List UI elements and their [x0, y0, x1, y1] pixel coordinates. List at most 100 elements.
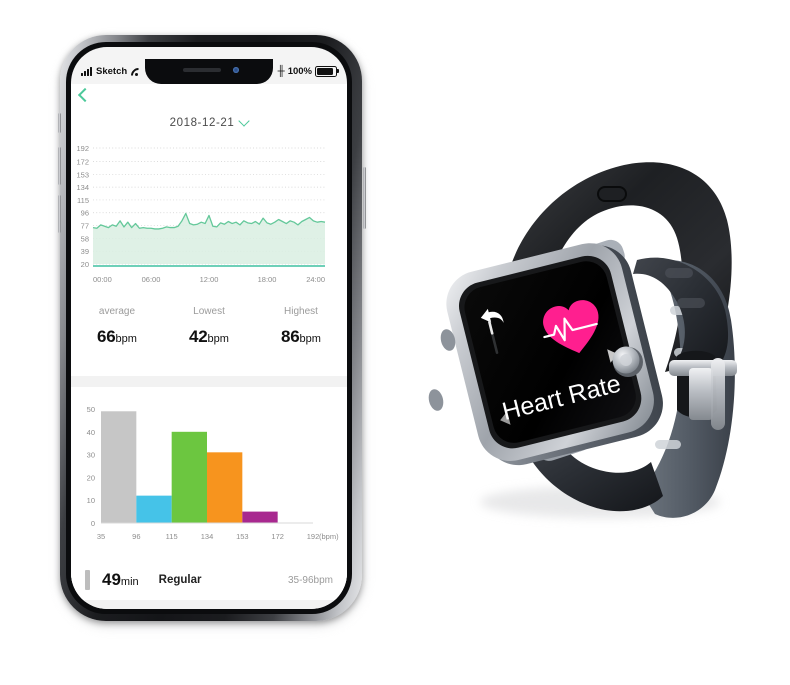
stat-lowest-number: 42	[189, 327, 208, 346]
band-slot-1	[665, 268, 693, 278]
screenshot-root: Sketch ╫ 100% 2018-12-21 192 172 153 134…	[0, 0, 790, 685]
svg-text:134: 134	[201, 532, 214, 541]
status-bar-right: ╫ 100%	[263, 65, 347, 78]
date-selector[interactable]: 2018-12-21	[71, 108, 347, 138]
bar-chart-y-tick-labels: 0 10 20 30 40 50	[87, 405, 95, 528]
heart-rate-trend-card: 2018-12-21 192 172 153 134 115 96 77 58 39 20 00:…	[71, 106, 347, 376]
svg-text:39: 39	[81, 247, 89, 256]
status-bar: Sketch ╫ 100%	[71, 59, 347, 84]
svg-text:115: 115	[77, 196, 89, 205]
bar-chart-bar	[101, 411, 137, 523]
status-bar-left: Sketch	[71, 66, 155, 77]
band-hole-inner	[599, 188, 625, 200]
stat-average-unit: bpm	[115, 333, 137, 345]
carrier-label: Sketch	[96, 66, 128, 77]
strap-hole-3	[655, 440, 681, 449]
volume-down-button[interactable]	[58, 195, 61, 233]
line-chart-x-tick-labels: 00:00 06:00 12:00 18:00 24:00	[93, 275, 325, 284]
battery-full-icon	[315, 65, 339, 78]
svg-text:30: 30	[87, 451, 95, 460]
wifi-icon	[131, 67, 142, 76]
smartwatch-svg: Heart Rate	[427, 162, 737, 518]
phone-device: Sketch ╫ 100% 2018-12-21 192 172 153 134…	[58, 35, 366, 627]
stat-highest-value: 86bpm	[255, 327, 347, 347]
svg-text:06:00: 06:00	[142, 275, 161, 284]
smartwatch-device: Heart Rate	[415, 110, 785, 530]
bar-chart-bar	[242, 511, 278, 523]
svg-text:12:00: 12:00	[200, 275, 219, 284]
zone-range-label: 35-96bpm	[287, 574, 333, 586]
svg-text:20: 20	[87, 473, 95, 482]
stat-lowest-unit: bpm	[207, 333, 229, 345]
svg-text:192: 192	[76, 144, 89, 153]
navigation-bar	[71, 84, 347, 106]
stat-lowest: Lowest 42bpm	[163, 302, 255, 376]
svg-text:115: 115	[166, 532, 178, 541]
zone-name-label: Regular	[158, 574, 202, 586]
svg-text:58: 58	[81, 234, 89, 243]
line-chart-svg: 192 172 153 134 115 96 77 58 39 20 00:00 06:00 12:0…	[76, 144, 326, 284]
zone-duration-number: 49	[102, 570, 121, 589]
bluetooth-icon: ╫	[277, 65, 285, 77]
line-chart-y-tick-labels: 192 172 153 134 115 96 77 58 39 20	[76, 144, 89, 269]
svg-text:192: 192	[307, 532, 320, 541]
svg-text:172: 172	[271, 532, 284, 541]
bar-chart-x-tick-labels: 35 96 115 134 153 172 192 (bpm)	[97, 532, 339, 541]
buckle-tongue	[689, 368, 713, 420]
signal-bars-icon	[81, 67, 92, 76]
chevron-left-icon[interactable]	[77, 87, 93, 103]
svg-text:40: 40	[87, 428, 95, 437]
card-divider	[71, 376, 347, 387]
stat-highest: Highest 86bpm	[255, 302, 347, 376]
power-button[interactable]	[363, 167, 366, 229]
stat-average-value: 66bpm	[71, 327, 163, 347]
bar-chart-bars	[101, 411, 278, 523]
stat-average-label: average	[98, 306, 136, 317]
svg-text:24:00: 24:00	[306, 275, 325, 284]
svg-text:0: 0	[91, 519, 95, 528]
phone-screen: Sketch ╫ 100% 2018-12-21 192 172 153 134…	[71, 47, 347, 609]
heart-rate-zone-bar-chart: 0 10 20 30 40 50 35 96 115 134 153 172 192 (bpm)	[71, 395, 347, 560]
mute-switch-button[interactable]	[58, 113, 61, 133]
heart-rate-zone-card: 0 10 20 30 40 50 35 96 115 134 153 172 192 (bpm) 49m…	[71, 387, 347, 600]
bar-chart-bar	[136, 495, 172, 523]
svg-text:35: 35	[97, 532, 105, 541]
stat-highest-number: 86	[281, 327, 300, 346]
bar-chart-svg: 0 10 20 30 40 50 35 96 115 134 153 172 192 (bpm)	[87, 405, 339, 541]
stat-average-number: 66	[97, 327, 116, 346]
stat-highest-label: Highest	[284, 306, 318, 317]
bar-chart-bar	[171, 431, 207, 523]
zone-legend-row: 49min Regular 35-96bpm	[71, 560, 347, 600]
svg-text:20: 20	[81, 260, 89, 269]
svg-text:96: 96	[81, 209, 89, 218]
stat-average: average 66bpm	[71, 302, 163, 376]
buckle-ring	[711, 358, 725, 430]
svg-text:10: 10	[87, 496, 95, 505]
stat-lowest-label: Lowest	[193, 306, 225, 317]
bar-chart-x-unit-label: (bpm)	[319, 532, 339, 541]
heart-rate-stats-row: average 66bpm Lowest 42bpm Highest 86bpm	[71, 298, 347, 376]
heart-rate-line-chart: 192 172 153 134 115 96 77 58 39 20 00:00 06:00 12:0…	[71, 138, 347, 298]
svg-text:77: 77	[81, 222, 89, 231]
bar-chart-bar	[207, 452, 243, 523]
svg-text:18:00: 18:00	[258, 275, 277, 284]
band-slot-2	[677, 298, 705, 308]
zone-color-swatch	[85, 570, 90, 590]
zone-duration: 49min	[102, 570, 139, 590]
svg-text:153: 153	[236, 532, 249, 541]
svg-text:172: 172	[76, 157, 89, 166]
battery-percent-label: 100%	[287, 66, 312, 77]
app-content: 2018-12-21 192 172 153 134 115 96 77 58 39 20 00:…	[71, 84, 347, 609]
date-selector-label: 2018-12-21	[169, 117, 235, 129]
svg-text:134: 134	[76, 183, 89, 192]
svg-text:153: 153	[76, 170, 89, 179]
stat-lowest-value: 42bpm	[163, 327, 255, 347]
svg-text:00:00: 00:00	[93, 275, 112, 284]
svg-text:96: 96	[132, 532, 140, 541]
stat-highest-unit: bpm	[299, 333, 321, 345]
volume-up-button[interactable]	[58, 147, 61, 185]
zone-duration-unit: min	[120, 576, 139, 588]
chevron-down-icon[interactable]	[238, 115, 251, 127]
watch-side-button-bottom[interactable]	[427, 388, 446, 413]
svg-text:50: 50	[87, 405, 95, 414]
